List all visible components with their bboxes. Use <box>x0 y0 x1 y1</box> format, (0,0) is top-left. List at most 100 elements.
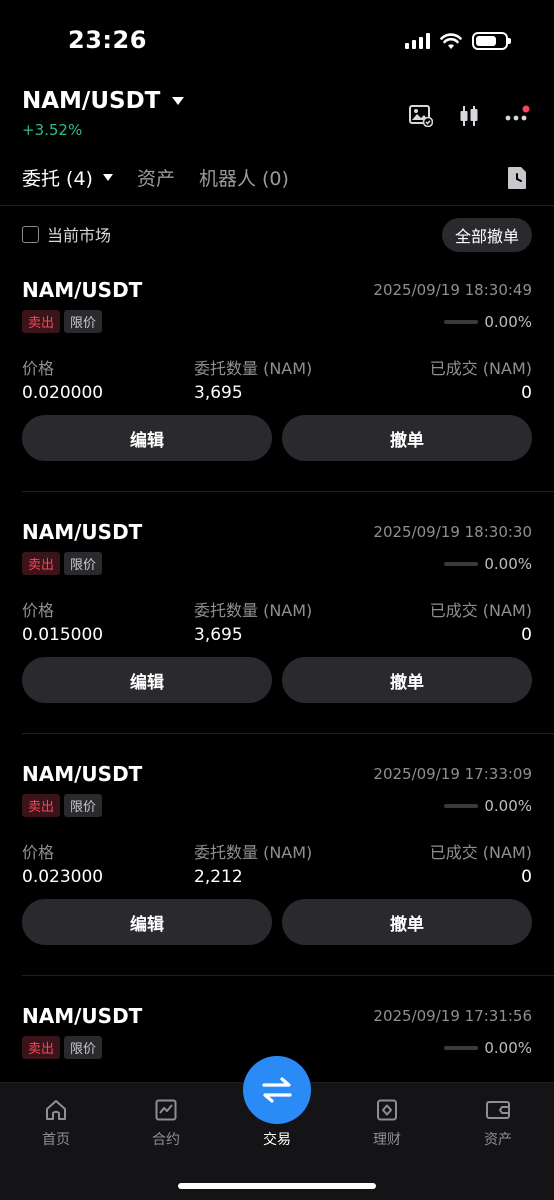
divider <box>22 491 554 492</box>
qty-label: 委托数量 (NAM) <box>194 601 313 620</box>
price-value: 0.015000 <box>22 625 104 645</box>
price-column: 价格 0.015000 <box>22 597 103 645</box>
cancel-order-button[interactable]: 撤单 <box>282 415 532 461</box>
order-symbol: NAM/USDT <box>22 520 143 544</box>
pair-name: NAM/USDT <box>22 88 161 114</box>
qty-label: 委托数量 (NAM) <box>194 843 313 862</box>
tab-orders[interactable]: 委托 (4) <box>22 164 113 191</box>
nav-label: 理财 <box>373 1132 401 1148</box>
progress-bar <box>444 804 479 808</box>
current-market-filter[interactable]: 当前市场 <box>22 222 111 246</box>
divider <box>22 975 554 976</box>
side-badge: 卖出 <box>22 794 61 817</box>
chevron-down-icon <box>172 97 185 105</box>
chart-icon <box>153 1097 179 1123</box>
wifi-icon <box>440 32 462 49</box>
qty-value: 3,695 <box>194 383 243 403</box>
filled-column: 已成交 (NAM) 0 <box>430 355 532 403</box>
trade-fab-button[interactable] <box>243 1056 311 1124</box>
progress-text: 0.00% <box>484 797 532 815</box>
type-badge: 限价 <box>64 552 103 575</box>
qty-column: 委托数量 (NAM) 2,212 <box>194 839 312 887</box>
edit-button[interactable]: 编辑 <box>22 899 272 945</box>
order-item: NAM/USDT 2025/09/19 18:30:49 卖出 限价 0.00%… <box>0 278 554 520</box>
filled-value: 0 <box>521 625 532 645</box>
current-market-checkbox[interactable] <box>22 225 39 243</box>
price-column: 价格 0.020000 <box>22 355 103 403</box>
type-badge: 限价 <box>64 794 103 817</box>
order-tags: 卖出 限价 <box>22 1036 103 1059</box>
order-symbol: NAM/USDT <box>22 278 143 302</box>
wallet-icon <box>485 1097 511 1123</box>
filled-label: 已成交 (NAM) <box>429 601 532 620</box>
qty-label: 委托数量 (NAM) <box>194 359 313 378</box>
progress-bar <box>444 320 479 324</box>
order-item: NAM/USDT 2025/09/19 18:30:30 卖出 限价 0.00%… <box>0 520 554 762</box>
price-column: 价格 0.023000 <box>22 839 103 887</box>
status-icons <box>405 32 511 50</box>
nav-item-home[interactable]: 首页 <box>16 1097 96 1149</box>
swap-icon <box>262 1077 292 1103</box>
price-label: 价格 <box>22 359 55 378</box>
header-actions <box>408 103 530 129</box>
order-history-icon[interactable] <box>506 166 528 190</box>
nav-item-assets[interactable]: 资产 <box>458 1097 538 1149</box>
order-symbol: NAM/USDT <box>22 1004 143 1028</box>
battery-icon <box>472 32 511 50</box>
edit-button[interactable]: 编辑 <box>22 657 272 703</box>
progress-bar <box>444 1046 479 1050</box>
price-value: 0.023000 <box>22 867 104 887</box>
cancel-all-button[interactable]: 全部撤单 <box>441 218 532 252</box>
status-time: 23:26 <box>68 26 147 54</box>
nav-label: 资产 <box>484 1132 512 1148</box>
filled-column: 已成交 (NAM) 0 <box>430 597 532 645</box>
home-icon <box>43 1097 69 1123</box>
price-label: 价格 <box>22 843 55 862</box>
progress-text: 0.00% <box>484 555 532 573</box>
notification-dot <box>522 105 530 113</box>
nav-label: 首页 <box>42 1132 70 1148</box>
qty-value: 3,695 <box>194 625 243 645</box>
order-symbol: NAM/USDT <box>22 762 143 786</box>
divider <box>22 733 554 734</box>
candlestick-icon[interactable] <box>456 103 482 129</box>
fill-progress: 0.00% <box>444 1039 532 1057</box>
order-tabs: 委托 (4) 资产 机器人 (0) <box>22 164 289 191</box>
pair-selector[interactable]: NAM/USDT <box>22 88 185 114</box>
progress-bar <box>444 562 479 566</box>
edit-button[interactable]: 编辑 <box>22 415 272 461</box>
finance-icon <box>374 1097 400 1123</box>
tab-bots[interactable]: 机器人 (0) <box>199 164 289 191</box>
filled-value: 0 <box>521 383 532 403</box>
fill-progress: 0.00% <box>444 797 532 815</box>
side-badge: 卖出 <box>22 310 61 333</box>
fill-progress: 0.00% <box>444 555 532 573</box>
qty-value: 2,212 <box>194 867 243 887</box>
order-time: 2025/09/19 17:31:56 <box>373 1007 532 1025</box>
qty-column: 委托数量 (NAM) 3,695 <box>194 597 312 645</box>
cancel-order-button[interactable]: 撤单 <box>282 657 532 703</box>
type-badge: 限价 <box>64 1036 103 1059</box>
chevron-down-icon <box>102 174 113 181</box>
price-value: 0.020000 <box>22 383 104 403</box>
tab-label: 委托 (4) <box>22 168 93 190</box>
more-icon[interactable] <box>504 103 530 129</box>
filled-label: 已成交 (NAM) <box>429 359 532 378</box>
nav-label: 合约 <box>152 1132 180 1148</box>
type-badge: 限价 <box>64 310 103 333</box>
price-change: +3.52% <box>22 121 83 139</box>
nav-item-earn[interactable]: 理财 <box>347 1097 427 1149</box>
cancel-order-button[interactable]: 撤单 <box>282 899 532 945</box>
price-label: 价格 <box>22 601 55 620</box>
order-tags: 卖出 限价 <box>22 552 103 575</box>
qty-column: 委托数量 (NAM) 3,695 <box>194 355 312 403</box>
progress-text: 0.00% <box>484 313 532 331</box>
progress-text: 0.00% <box>484 1039 532 1057</box>
filled-value: 0 <box>521 867 532 887</box>
image-settings-icon[interactable] <box>408 103 434 129</box>
tab-assets[interactable]: 资产 <box>137 164 175 191</box>
order-time: 2025/09/19 18:30:49 <box>373 281 532 299</box>
nav-item-futures[interactable]: 合约 <box>126 1097 206 1149</box>
status-bar: 23:26 <box>0 0 554 80</box>
order-item: NAM/USDT 2025/09/19 17:33:09 卖出 限价 0.00%… <box>0 762 554 1004</box>
